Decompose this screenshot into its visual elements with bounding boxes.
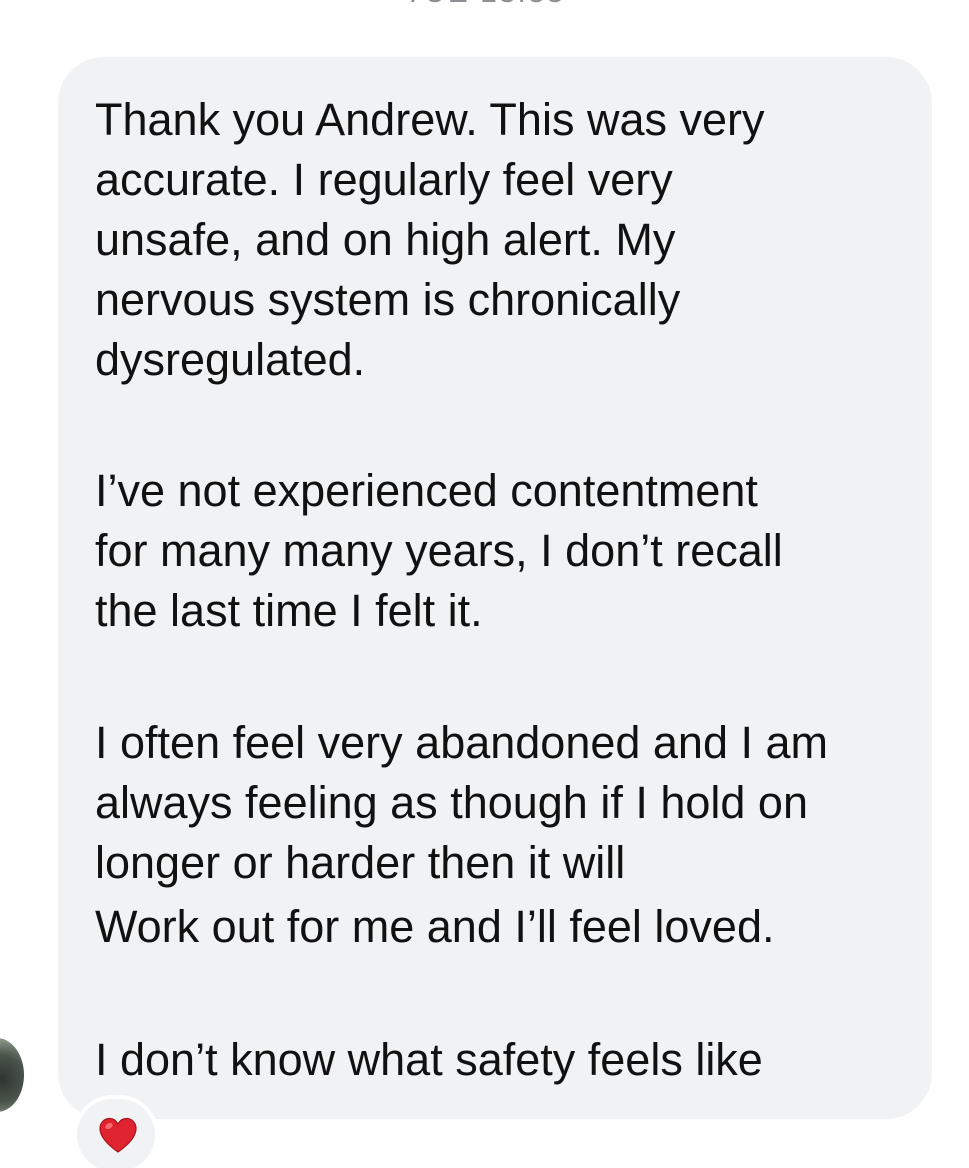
red-heart-icon xyxy=(99,1117,137,1153)
message-line: Work out for me and I’ll feel loved. xyxy=(95,901,775,952)
message-line: I often feel very abandoned and I am xyxy=(95,717,829,768)
message-line: I’ve not experienced contentment xyxy=(95,465,758,516)
reaction-badge[interactable] xyxy=(73,1095,159,1168)
message-line: always feeling as though if I hold on xyxy=(95,777,808,828)
message-line: Thank you Andrew. This was very xyxy=(95,94,765,145)
message-line: the last time I felt it. xyxy=(95,585,483,636)
message-line: nervous system is chronically xyxy=(95,274,681,325)
message-line: dysregulated. xyxy=(95,334,366,385)
message-line: for many many years, I don’t recall xyxy=(95,525,783,576)
message-line: I don’t know what safety feels like xyxy=(95,1034,763,1085)
timestamp-text: TUE 13:33 xyxy=(0,0,969,8)
message-line: longer or harder then it will xyxy=(95,837,626,888)
message-line: accurate. I regularly feel very xyxy=(95,154,673,205)
avatar[interactable] xyxy=(0,1038,24,1112)
message-timestamp: TUE 13:33 xyxy=(0,0,969,8)
message-line: unsafe, and on high alert. My xyxy=(95,214,676,265)
